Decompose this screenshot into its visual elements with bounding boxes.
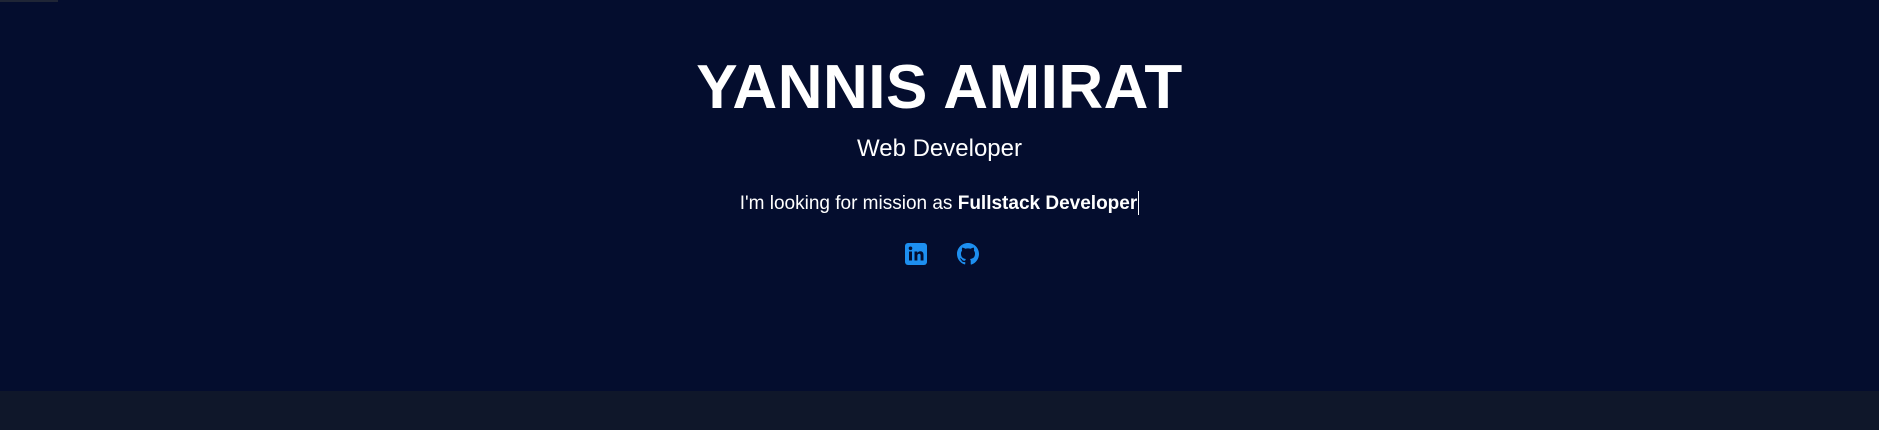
linkedin-icon — [904, 242, 928, 266]
mission-highlight: Fullstack Developer — [957, 193, 1138, 214]
typing-cursor — [1138, 190, 1140, 215]
social-links — [0, 242, 1879, 266]
footer-band — [0, 391, 1879, 430]
top-divider — [0, 0, 58, 2]
linkedin-link[interactable] — [904, 242, 928, 266]
hero-section: YANNIS AMIRAT Web Developer I'm looking … — [0, 0, 1879, 391]
hero-mission: I'm looking for mission as Fullstack Dev… — [0, 190, 1879, 217]
github-icon — [956, 242, 980, 266]
github-link[interactable] — [956, 242, 980, 266]
hero-role: Web Developer — [857, 135, 1022, 162]
mission-prefix: I'm looking for mission as — [739, 193, 958, 214]
hero-name: YANNIS AMIRAT — [696, 53, 1183, 122]
